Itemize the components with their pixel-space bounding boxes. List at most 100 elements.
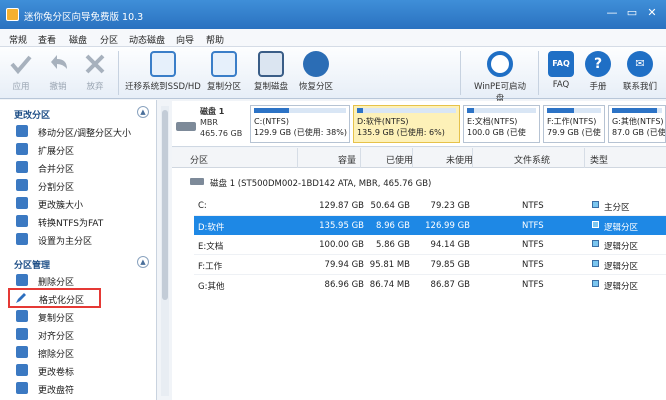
collapse-icon[interactable]: ▲: [137, 256, 149, 268]
merge-icon: [16, 161, 28, 173]
drive-letter-icon: [16, 382, 28, 394]
sidebar-item-merge[interactable]: 合并分区: [10, 158, 152, 176]
toolbar-divider: [538, 51, 539, 95]
sidebar-item-cluster-size[interactable]: 更改簇大小: [10, 194, 152, 212]
close-icon[interactable]: ✕: [644, 6, 660, 20]
sidebar-item-label[interactable]: 更改卷标: [10, 361, 152, 379]
cluster-icon: [16, 197, 28, 209]
table-header: 分区 容量 已使用 未使用 文件系统 类型: [172, 148, 666, 168]
sidebar-item-copy[interactable]: 复制分区: [10, 307, 152, 325]
checkmark-icon: [8, 51, 34, 77]
maximize-icon[interactable]: ▭: [624, 6, 640, 20]
col-header-partition[interactable]: 分区: [190, 153, 208, 166]
discard-x-icon: [82, 51, 108, 77]
align-icon: [16, 328, 28, 340]
title-bar: 迷你兔分区向导免费版 10.3 — ▭ ✕: [0, 0, 666, 29]
migrate-icon: [150, 51, 176, 77]
col-header-filesystem[interactable]: 文件系统: [514, 153, 550, 166]
delete-icon: [16, 274, 28, 286]
usage-bar: [357, 108, 363, 113]
hard-disk-icon: [190, 178, 204, 185]
table-row[interactable]: E:文档 100.00 GB 5.86 GB 94.14 GB NTFS 逻辑分…: [194, 235, 666, 254]
sidebar-item-extend[interactable]: 扩展分区: [10, 140, 152, 158]
table-row[interactable]: F:工作 79.94 GB 95.81 MB 79.85 GB NTFS 逻辑分…: [194, 255, 666, 274]
menu-help[interactable]: 帮助: [206, 33, 224, 46]
col-header-free[interactable]: 未使用: [446, 153, 473, 166]
type-marker: [592, 240, 599, 247]
convert-icon: [16, 215, 28, 227]
sidebar-item-move-resize[interactable]: 移动分区/调整分区大小: [10, 122, 152, 140]
usage-bar: [254, 108, 289, 113]
menu-general[interactable]: 常规: [9, 33, 27, 46]
sidebar-item-wipe[interactable]: 擦除分区: [10, 343, 152, 361]
disk-row[interactable]: 磁盘 1 (ST500DM002-1BD142 ATA, MBR, 465.76…: [172, 174, 666, 190]
toolbar: 应用 撤销 放弃 迁移系统到SSD/HD 复制分区 复制磁盘 恢复分区 WinP…: [0, 47, 666, 104]
partition-block-g[interactable]: G:其他(NTFS) 87.0 GB (已使: [608, 105, 666, 143]
copy-disk-icon: [258, 51, 284, 77]
menu-wizard[interactable]: 向导: [176, 33, 194, 46]
type-marker: [592, 221, 599, 228]
table-row[interactable]: G:其他 86.96 GB 86.74 MB 86.87 GB NTFS 逻辑分…: [194, 275, 666, 294]
winpe-button[interactable]: WinPE可启动盘: [470, 51, 530, 104]
usage-bar: [467, 108, 474, 113]
sidebar-item-ntfs-to-fat[interactable]: 转换NTFS为FAT: [10, 212, 152, 230]
sidebar-item-align[interactable]: 对齐分区: [10, 325, 152, 343]
partition-block-d[interactable]: D:软件(NTFS) 135.9 GB (已使用: 6%): [353, 105, 460, 143]
disk-map: 磁盘 1 MBR 465.76 GB C:(NTFS) 129.9 GB (已使…: [172, 101, 666, 147]
copy-partition-button[interactable]: 复制分区: [204, 51, 244, 92]
partition-block-c[interactable]: C:(NTFS) 129.9 GB (已使用: 38%): [250, 105, 350, 143]
type-marker: [592, 260, 599, 267]
scrollbar-thumb[interactable]: [162, 110, 168, 300]
col-header-capacity[interactable]: 容量: [338, 153, 356, 166]
section-change-partition[interactable]: 更改分区 ▲: [0, 104, 157, 121]
apply-button[interactable]: 应用: [4, 51, 38, 92]
menu-partition[interactable]: 分区: [100, 33, 118, 46]
sidebar-item-drive-letter[interactable]: 更改盘符: [10, 379, 152, 397]
copy-icon: [16, 310, 28, 322]
menu-disk[interactable]: 磁盘: [69, 33, 87, 46]
sidebar-scrollbar[interactable]: [161, 106, 169, 396]
migrate-os-button[interactable]: 迁移系统到SSD/HD: [124, 51, 202, 92]
disk-info[interactable]: 磁盘 1 MBR 465.76 GB: [172, 101, 250, 147]
minimize-icon[interactable]: —: [604, 6, 620, 20]
faq-button[interactable]: FAQ FAQ: [546, 51, 576, 90]
recover-partition-button[interactable]: 恢复分区: [296, 51, 336, 92]
sidebar-item-set-primary[interactable]: 设置为主分区: [10, 230, 152, 248]
col-header-type[interactable]: 类型: [590, 153, 608, 166]
sidebar-item-split[interactable]: 分割分区: [10, 176, 152, 194]
section-partition-management[interactable]: 分区管理 ▲: [0, 254, 157, 271]
help-question-icon: ?: [585, 51, 611, 77]
split-icon: [16, 179, 28, 191]
col-header-used[interactable]: 已使用: [386, 153, 413, 166]
sidebar-item-delete[interactable]: 删除分区: [10, 271, 152, 289]
faq-icon: FAQ: [548, 51, 574, 77]
toolbar-divider: [118, 51, 119, 95]
app-logo-icon: [6, 8, 19, 21]
mail-icon: ✉: [627, 51, 653, 77]
discard-button[interactable]: 放弃: [78, 51, 112, 92]
label-icon: [16, 364, 28, 376]
pencil-icon: [15, 292, 27, 304]
primary-icon: [16, 233, 28, 245]
sidebar-item-format[interactable]: 格式化分区: [8, 288, 101, 308]
manual-button[interactable]: ? 手册: [583, 51, 613, 92]
window-title: 迷你兔分区向导免费版 10.3: [24, 12, 144, 23]
partition-block-f[interactable]: F:工作(NTFS) 79.9 GB (已使: [543, 105, 605, 143]
partition-block-e[interactable]: E:文档(NTFS) 100.0 GB (已使: [463, 105, 540, 143]
hard-disk-icon: [176, 122, 196, 131]
wipe-icon: [16, 346, 28, 358]
extend-icon: [16, 143, 28, 155]
menu-view[interactable]: 查看: [38, 33, 56, 46]
contact-button[interactable]: ✉ 联系我们: [619, 51, 661, 92]
type-marker: [592, 280, 599, 287]
table-row[interactable]: C: 129.87 GB 50.64 GB 79.23 GB NTFS 主分区: [194, 196, 666, 215]
copy-disk-button[interactable]: 复制磁盘: [249, 51, 293, 92]
table-row-selected[interactable]: D:软件 135.95 GB 8.96 GB 126.99 GB NTFS 逻辑…: [194, 216, 666, 235]
undo-button[interactable]: 撤销: [41, 51, 75, 92]
partition-table: 分区 容量 已使用 未使用 文件系统 类型 磁盘 1 (ST500DM002-1…: [172, 148, 666, 400]
usage-bar: [612, 108, 657, 113]
undo-icon: [45, 51, 71, 77]
copy-partition-icon: [211, 51, 237, 77]
collapse-icon[interactable]: ▲: [137, 106, 149, 118]
menu-dynamic-disk[interactable]: 动态磁盘: [129, 33, 165, 46]
